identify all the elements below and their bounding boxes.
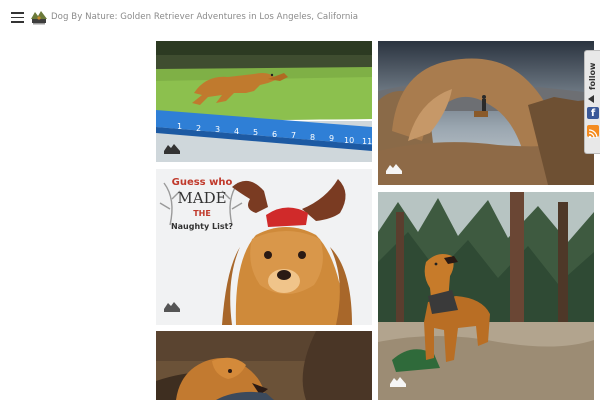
card-line-3: THE: [193, 209, 211, 218]
scale-number: 3: [215, 125, 220, 134]
scale-number: 1: [177, 122, 182, 131]
hamburger-menu-icon[interactable]: [11, 12, 24, 23]
scale-number: 9: [329, 134, 334, 143]
photo-holiday-card[interactable]: Guess who MADE THE Naughty List?: [156, 169, 372, 325]
card-line-1: Guess who: [172, 177, 233, 188]
scale-number: 11: [362, 137, 372, 146]
photo-forest-dog[interactable]: [378, 192, 594, 400]
card-line-4: Naughty List?: [171, 222, 233, 231]
scale-number: 5: [253, 128, 258, 137]
scale-number: 8: [310, 133, 315, 142]
menu-bar: [11, 16, 24, 19]
photo-couch-dog[interactable]: [156, 331, 372, 400]
facebook-icon[interactable]: f: [587, 107, 599, 119]
photo-dock-diving-dog[interactable]: 1 2 3 4 5 6 7 8 9 10 11: [156, 41, 372, 162]
follow-label: follow: [588, 62, 597, 90]
scale-number: 6: [272, 130, 277, 139]
site-logo-icon[interactable]: [30, 9, 48, 25]
menu-bar: [11, 12, 24, 14]
card-line-2: MADE: [177, 189, 226, 207]
arrow-left-icon: [588, 95, 594, 103]
menu-bar: [11, 21, 24, 23]
rss-icon[interactable]: [587, 125, 599, 139]
photo-rock-arch[interactable]: [378, 41, 594, 185]
scale-number: 7: [291, 131, 296, 140]
site-title-link[interactable]: Dog By Nature: Golden Retriever Adventur…: [51, 12, 358, 22]
scale-number: 10: [344, 136, 354, 145]
scale-number: 2: [196, 124, 201, 133]
scale-number: 4: [234, 127, 239, 136]
follow-widget[interactable]: follow f: [584, 50, 600, 154]
